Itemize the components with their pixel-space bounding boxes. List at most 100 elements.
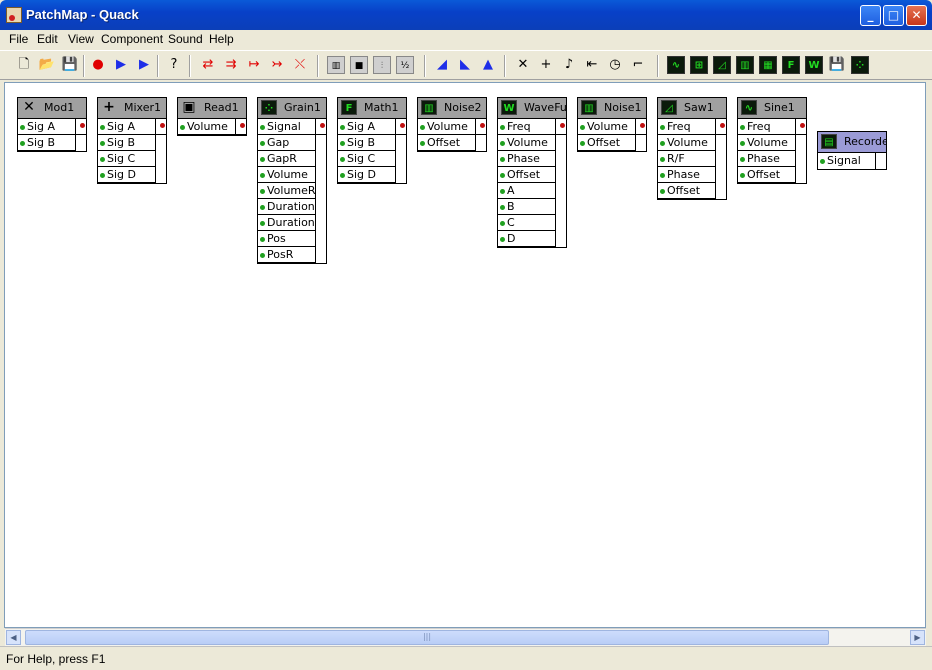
input-connector-icon[interactable] bbox=[260, 157, 265, 162]
output-connector-icon[interactable] bbox=[480, 123, 485, 128]
input-port[interactable]: Offset bbox=[658, 183, 716, 199]
input-connector-icon[interactable] bbox=[340, 125, 345, 130]
input-connector-icon[interactable] bbox=[820, 159, 825, 164]
node-header[interactable]: W WaveFu bbox=[498, 98, 566, 119]
input-connector-icon[interactable] bbox=[740, 173, 745, 178]
input-port[interactable]: Offset bbox=[498, 167, 556, 183]
output-connector-icon[interactable] bbox=[640, 123, 645, 128]
input-connector-icon[interactable] bbox=[660, 141, 665, 146]
menu-component[interactable]: Component bbox=[101, 32, 163, 46]
input-port[interactable]: Gap bbox=[258, 135, 316, 151]
ramp-mid-icon[interactable]: ◣ bbox=[456, 56, 474, 74]
input-connector-icon[interactable] bbox=[340, 173, 345, 178]
input-connector-icon[interactable] bbox=[660, 173, 665, 178]
connect-multi-icon[interactable]: ⇉ bbox=[222, 56, 240, 74]
input-port[interactable]: A bbox=[498, 183, 556, 199]
node-sine1[interactable]: ∿ Sine1 Freq Volume Phase Offset bbox=[737, 97, 807, 184]
input-port[interactable]: Sig A bbox=[338, 119, 396, 135]
output-connector-icon[interactable] bbox=[560, 123, 565, 128]
piano-icon[interactable]: ▥ bbox=[327, 56, 345, 74]
node-header[interactable]: + Mixer1 bbox=[98, 98, 166, 119]
input-connector-icon[interactable] bbox=[260, 221, 265, 226]
input-connector-icon[interactable] bbox=[500, 221, 505, 226]
input-port[interactable]: DurationR bbox=[258, 215, 316, 231]
input-port[interactable]: Sig C bbox=[98, 151, 156, 167]
input-connector-icon[interactable] bbox=[100, 157, 105, 162]
input-connector-icon[interactable] bbox=[260, 125, 265, 130]
node-recorde[interactable]: ▤ Recorde Signal bbox=[817, 131, 887, 170]
input-port[interactable]: D bbox=[498, 231, 556, 247]
sine-icon[interactable]: ∿ bbox=[667, 56, 685, 74]
disconnect-icon[interactable]: ⤬ bbox=[291, 56, 309, 74]
waveform-icon[interactable]: ⫶ bbox=[373, 56, 391, 74]
node-header[interactable]: ◿ Saw1 bbox=[658, 98, 726, 119]
scroll-thumb[interactable]: ||| bbox=[25, 630, 829, 645]
note-icon[interactable]: ♪ bbox=[560, 56, 578, 74]
input-port[interactable]: Volume bbox=[498, 135, 556, 151]
input-connector-icon[interactable] bbox=[260, 173, 265, 178]
input-connector-icon[interactable] bbox=[500, 141, 505, 146]
node-header[interactable]: F Math1 bbox=[338, 98, 406, 119]
menu-view[interactable]: View bbox=[68, 32, 94, 46]
input-port[interactable]: Freq bbox=[658, 119, 716, 135]
input-connector-icon[interactable] bbox=[260, 205, 265, 210]
input-port[interactable]: Sig C bbox=[338, 151, 396, 167]
stop-square-icon[interactable]: ■ bbox=[350, 56, 368, 74]
node-header[interactable]: ✕ Mod1 bbox=[18, 98, 86, 119]
multiply-icon[interactable]: ✕ bbox=[514, 56, 532, 74]
input-port[interactable]: Sig A bbox=[18, 119, 76, 135]
minimize-button[interactable]: _ bbox=[860, 5, 881, 26]
node-header[interactable]: ⁘ Grain1 bbox=[258, 98, 326, 119]
app-icon[interactable] bbox=[6, 7, 22, 23]
input-port[interactable]: Pos bbox=[258, 231, 316, 247]
ramp-down-icon[interactable]: ▲ bbox=[479, 56, 497, 74]
input-connector-icon[interactable] bbox=[500, 173, 505, 178]
input-connector-icon[interactable] bbox=[100, 141, 105, 146]
input-connector-icon[interactable] bbox=[660, 125, 665, 130]
record-icon[interactable]: ● bbox=[89, 56, 107, 74]
node-header[interactable]: ▣ Read1 bbox=[178, 98, 246, 119]
input-connector-icon[interactable] bbox=[20, 141, 25, 146]
input-connector-icon[interactable] bbox=[20, 125, 25, 130]
connect-in-icon[interactable]: ↦ bbox=[245, 56, 263, 74]
help-icon[interactable]: ? bbox=[165, 56, 183, 74]
wave-icon[interactable]: W bbox=[805, 56, 823, 74]
input-port[interactable]: Volume bbox=[178, 119, 236, 135]
input-port[interactable]: Sig D bbox=[338, 167, 396, 183]
output-connector-icon[interactable] bbox=[400, 123, 405, 128]
input-connector-icon[interactable] bbox=[740, 125, 745, 130]
menu-sound[interactable]: Sound bbox=[168, 32, 203, 46]
input-port[interactable]: Volume bbox=[258, 167, 316, 183]
noise2-icon[interactable]: ▦ bbox=[759, 56, 777, 74]
input-connector-icon[interactable] bbox=[660, 157, 665, 162]
input-port[interactable]: Phase bbox=[658, 167, 716, 183]
ramp-up-icon[interactable]: ◢ bbox=[433, 56, 451, 74]
input-connector-icon[interactable] bbox=[100, 173, 105, 178]
scroll-right-button[interactable]: ▶ bbox=[910, 630, 925, 645]
input-connector-icon[interactable] bbox=[420, 141, 425, 146]
save-icon[interactable]: 💾 bbox=[61, 56, 79, 74]
input-connector-icon[interactable] bbox=[500, 125, 505, 130]
input-connector-icon[interactable] bbox=[500, 189, 505, 194]
input-port[interactable]: Sig B bbox=[18, 135, 76, 151]
play-icon[interactable]: ▶ bbox=[112, 56, 130, 74]
input-connector-icon[interactable] bbox=[580, 141, 585, 146]
input-connector-icon[interactable] bbox=[500, 237, 505, 242]
input-connector-icon[interactable] bbox=[580, 125, 585, 130]
step-icon[interactable]: ⌐ bbox=[629, 56, 647, 74]
grain-icon[interactable]: ⁘ bbox=[851, 56, 869, 74]
connect-out-icon[interactable]: ↣ bbox=[268, 56, 286, 74]
node-read1[interactable]: ▣ Read1 Volume bbox=[177, 97, 247, 136]
input-connector-icon[interactable] bbox=[340, 157, 345, 162]
step-back-icon[interactable]: ⇤ bbox=[583, 56, 601, 74]
input-port[interactable]: B bbox=[498, 199, 556, 215]
input-connector-icon[interactable] bbox=[500, 157, 505, 162]
input-port[interactable]: Offset bbox=[418, 135, 476, 151]
scroll-left-button[interactable]: ◀ bbox=[6, 630, 21, 645]
input-connector-icon[interactable] bbox=[740, 157, 745, 162]
input-connector-icon[interactable] bbox=[100, 125, 105, 130]
menu-file[interactable]: File bbox=[9, 32, 28, 46]
input-connector-icon[interactable] bbox=[180, 125, 185, 130]
input-port[interactable]: Sig A bbox=[98, 119, 156, 135]
input-port[interactable]: VolumeR bbox=[258, 183, 316, 199]
